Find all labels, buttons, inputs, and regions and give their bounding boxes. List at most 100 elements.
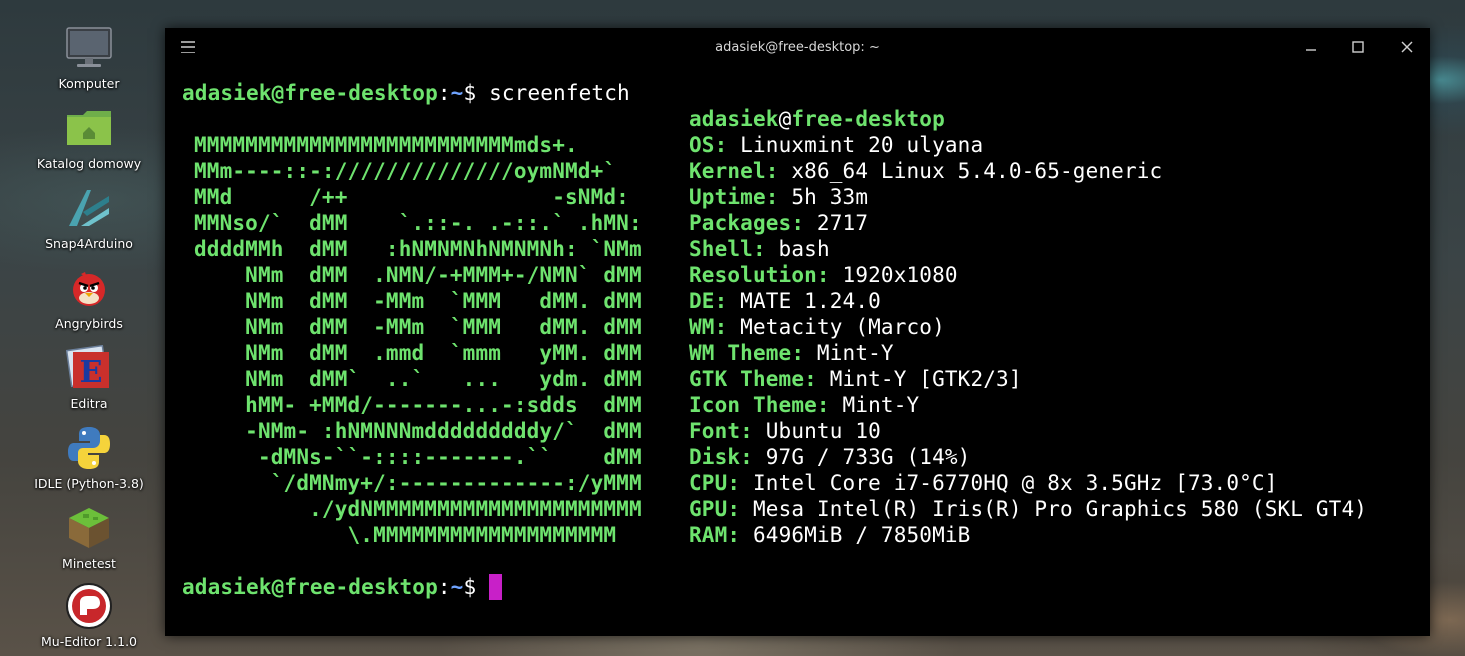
editra-icon: E [63,342,115,394]
desktop-icon-label: Mu-Editor 1.1.0 [41,634,137,649]
info-row-shell: Shell: bash [689,236,1367,262]
info-key: DE: [689,289,728,313]
info-row-cpu: CPU: Intel Core i7-6770HQ @ 8x 3.5GHz [7… [689,470,1367,496]
info-key: WM Theme: [689,341,805,365]
desktop-icon-katalog-domowy[interactable]: Katalog domowy [14,102,164,182]
art-line: NMm dMM` ..` ... ydm. dMM [194,367,642,391]
minetest-icon [63,502,115,554]
desktop-icon-label: Editra [70,396,108,411]
desktop-icon-snap4arduino[interactable]: Snap4Arduino [14,182,164,262]
art-line: -NMm- :hNMNNNmdddddddddy/` dMM [194,419,642,443]
info-value: Linuxmint 20 ulyana [727,133,984,157]
prompt-user-host: adasiek@free-desktop [182,575,438,599]
prompt-colon: : [437,575,451,599]
active-prompt-line[interactable]: adasiek@free-desktop:~$ [182,574,503,600]
desktop-icon-label: IDLE (Python-3.8) [34,476,144,491]
info-key: Resolution: [689,263,830,287]
info-value: MATE 1.24.0 [727,289,881,313]
maximize-button[interactable] [1348,37,1368,57]
info-value: Intel Core i7-6770HQ @ 8x 3.5GHz [73.0°C… [740,471,1278,495]
command-line: adasiek@free-desktop:~$ screenfetch [182,80,1422,106]
info-value: 97G / 733G (14%) [752,445,971,469]
info-value: x86_64 Linux 5.4.0-65-generic [778,159,1163,183]
info-row-icon-theme: Icon Theme: Mint-Y [689,392,1367,418]
info-key: Shell: [689,237,766,261]
info-row-wm: WM: Metacity (Marco) [689,314,1367,340]
close-button[interactable] [1397,37,1417,57]
info-value: Ubuntu 10 [752,419,881,443]
art-line: NMm dMM .NMN/-+MMM+-/NMN` dMM [194,263,642,287]
ascii-art-logo: MMMMMMMMMMMMMMMMMMMMMMMMMmds+. MMm----::… [194,132,642,548]
desktop-icon-mu-editor[interactable]: Mu-Editor 1.1.0 [14,580,164,656]
info-header: adasiek@free-desktop [689,106,1367,132]
text-cursor [489,574,503,600]
desktop-icon-label: Minetest [62,556,116,571]
prompt-symbol: $ [463,575,490,599]
desktop-icon-angrybirds[interactable]: Angrybirds [14,262,164,342]
desktop-icon-komputer[interactable]: Komputer [14,22,164,102]
art-line: MMm----::-://////////////oymNMd+` [194,159,617,183]
snap4arduino-icon [63,182,115,234]
info-host: free-desktop [791,107,945,131]
info-row-uptime: Uptime: 5h 33m [689,184,1367,210]
hamburger-menu-icon[interactable] [181,40,195,54]
desktop-icon-editra[interactable]: E Editra [14,342,164,422]
art-line: MMMMMMMMMMMMMMMMMMMMMMMMMmds+. [194,133,578,157]
prompt-user-host: adasiek@free-desktop [182,81,438,105]
art-line: MMNso/` dMM `.::-. .-::.` .hMN: [194,211,642,235]
info-row-kernel: Kernel: x86_64 Linux 5.4.0-65-generic [689,158,1367,184]
title-bar[interactable]: adasiek@free-desktop: ~ [165,28,1430,66]
info-key: Icon Theme: [689,393,830,417]
info-row-wm-theme: WM Theme: Mint-Y [689,340,1367,366]
svg-text:E: E [80,355,103,390]
desktop: Komputer Katalog domowy Snap4Arduino Ang… [0,0,1465,656]
art-line: NMm dMM -MMm `MMM dMM. dMM [194,289,642,313]
prompt-symbol: $ [463,81,490,105]
info-value: Mint-Y [829,393,920,417]
art-line: NMm dMM .mmd `mmm yMM. dMM [194,341,642,365]
info-key: GTK Theme: [689,367,817,391]
info-key: Packages: [689,211,805,235]
art-line: ./ydNMMMMMMMMMMMMMMMMMMMMM [194,497,642,521]
prompt-colon: : [437,81,451,105]
desktop-icon-label: Katalog domowy [36,156,142,171]
desktop-icon-minetest[interactable]: Minetest [14,502,164,582]
info-key: Kernel: [689,159,779,183]
maximize-icon [1352,41,1364,53]
art-line: ddddMMh dMM :hNMNMNhNMNMNh: `NMm [194,237,642,261]
system-info: adasiek@free-desktop OS: Linuxmint 20 ul… [689,106,1367,548]
info-row-ram: RAM: 6496MiB / 7850MiB [689,522,1367,548]
info-row-gpu: GPU: Mesa Intel(R) Iris(R) Pro Graphics … [689,496,1367,522]
terminal-output[interactable]: adasiek@free-desktop:~$ screenfetch MMMM… [182,80,1422,600]
window-title: adasiek@free-desktop: ~ [715,39,880,55]
info-at: @ [778,107,792,131]
info-value: bash [765,237,830,261]
info-key: WM: [689,315,728,339]
desktop-icon-label: Angrybirds [55,316,123,331]
info-value: 2717 [804,211,869,235]
art-line: `/dMNmy+/:-------------:/yMMM [194,471,642,495]
close-icon [1401,41,1413,53]
minimize-button[interactable] [1301,37,1321,57]
info-row-font: Font: Ubuntu 10 [689,418,1367,444]
mu-editor-icon [63,580,115,632]
info-value: Metacity (Marco) [727,315,945,339]
angrybirds-icon [63,262,115,314]
home-folder-icon [63,102,115,154]
desktop-icon-idle[interactable]: IDLE (Python-3.8) [14,422,164,502]
info-key: Font: [689,419,753,443]
terminal-window[interactable]: adasiek@free-desktop: ~ adasiek@free-des… [165,28,1430,636]
computer-icon [63,22,115,74]
minimize-icon [1306,49,1316,51]
info-row-resolution: Resolution: 1920x1080 [689,262,1367,288]
info-value: 6496MiB / 7850MiB [740,523,971,547]
info-row-packages: Packages: 2717 [689,210,1367,236]
info-row-gtk-theme: GTK Theme: Mint-Y [GTK2/3] [689,366,1367,392]
info-user: adasiek [689,107,779,131]
info-value: 5h 33m [778,185,869,209]
art-line: MMd /++ -sNMd: [194,185,629,209]
prompt-path: ~ [450,81,464,105]
info-value: 1920x1080 [829,263,958,287]
art-line: \.MMMMMMMMMMMMMMMMMMM [194,523,617,547]
info-value: Mint-Y [804,341,894,365]
